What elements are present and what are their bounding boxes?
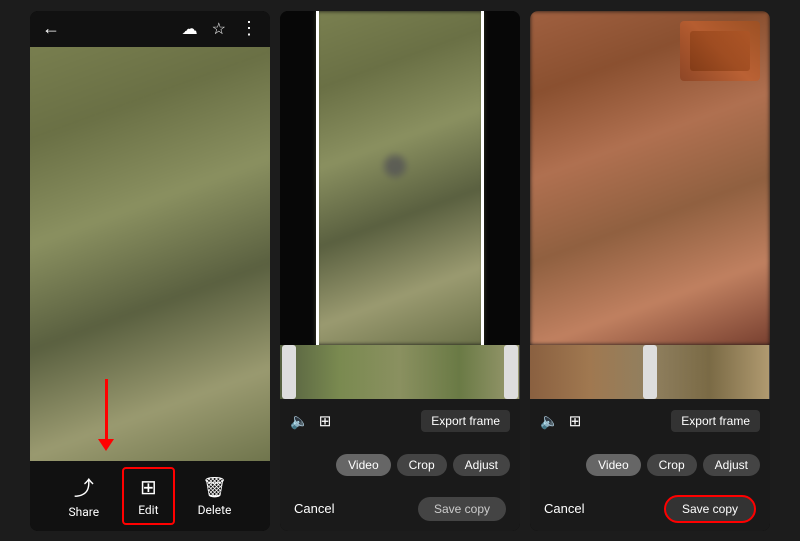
image-area-1 (30, 47, 270, 461)
phone-screen-1: ← ☁ ☆ ⋮ ⤴ Share ⊞ Edit (30, 11, 270, 531)
timeline-handle-center-3[interactable] (643, 345, 657, 399)
bottom-bar-2: Cancel Save copy (280, 487, 520, 531)
edit-icon: ⊞ (140, 475, 157, 499)
upload-icon[interactable]: ☁ (182, 19, 198, 38)
cancel-btn-2[interactable]: Cancel (294, 501, 334, 516)
delete-icon: 🗑 (202, 475, 227, 499)
timeline-handle-right-2[interactable] (504, 345, 518, 399)
save-copy-btn-2[interactable]: Save copy (418, 497, 506, 521)
timeline-thumb-2 (280, 345, 520, 399)
tab-crop-3[interactable]: Crop (647, 454, 697, 476)
bottom-bar-1: ⤴ Share ⊞ Edit 🗑 Delete (30, 461, 270, 531)
edit-label: Edit (138, 503, 158, 517)
export-frame-btn-2[interactable]: Export frame (421, 410, 510, 432)
share-icon: ⤴ (74, 472, 94, 501)
frames-icon-3[interactable]: ⊞ (569, 412, 582, 430)
controls-row-2: 🔈 ⊞ Export frame (280, 399, 520, 443)
screenshots-container: ← ☁ ☆ ⋮ ⤴ Share ⊞ Edit (0, 0, 800, 541)
tab-video-2[interactable]: Video (336, 454, 390, 476)
timeline-strip-2[interactable] (280, 345, 520, 399)
export-frame-btn-3[interactable]: Export frame (671, 410, 760, 432)
timeline-strip-3[interactable] (530, 345, 770, 399)
delete-label: Delete (198, 503, 232, 517)
video-area-2 (280, 11, 520, 345)
crop-left-border (316, 11, 319, 345)
volume-icon-3[interactable]: 🔈 (540, 412, 559, 430)
tab-adjust-3[interactable]: Adjust (703, 454, 760, 476)
bottom-bar-3: Cancel Save copy (530, 487, 770, 531)
cancel-btn-3[interactable]: Cancel (544, 501, 584, 516)
delete-action[interactable]: 🗑 Delete (184, 469, 246, 523)
tab-video-3[interactable]: Video (586, 454, 640, 476)
rock-blur-2 (380, 151, 410, 181)
more-icon[interactable]: ⋮ (240, 18, 258, 39)
video-area-3 (530, 11, 770, 345)
phone-screen-3: 🔈 ⊞ Export frame Video Crop Adjust Cance… (530, 11, 770, 531)
video-content-2 (316, 11, 484, 345)
back-icon[interactable]: ← (42, 18, 60, 39)
share-action[interactable]: ⤴ Share (55, 466, 114, 525)
volume-icon-2[interactable]: 🔈 (290, 412, 309, 430)
edit-action[interactable]: ⊞ Edit (122, 467, 174, 525)
top-bar-1: ← ☁ ☆ ⋮ (30, 11, 270, 47)
timeline-handle-left-2[interactable] (282, 345, 296, 399)
timeline-thumbs-2 (280, 345, 520, 399)
tabs-row-3: Video Crop Adjust (530, 443, 770, 487)
blurred-image-1 (30, 47, 270, 461)
tab-crop-2[interactable]: Crop (397, 454, 447, 476)
controls-row-3: 🔈 ⊞ Export frame (530, 399, 770, 443)
tabs-row-2: Video Crop Adjust (280, 443, 520, 487)
wood-shape2-3 (690, 31, 750, 71)
save-copy-btn-3[interactable]: Save copy (664, 495, 756, 523)
crop-right-border (481, 11, 484, 345)
share-label: Share (69, 505, 100, 519)
tab-adjust-2[interactable]: Adjust (453, 454, 510, 476)
left-blur (280, 11, 316, 345)
star-icon[interactable]: ☆ (212, 19, 226, 38)
frames-icon-2[interactable]: ⊞ (319, 412, 332, 430)
right-blur (484, 11, 520, 345)
phone-screen-2: 🔈 ⊞ Export frame Video Crop Adjust Cance… (280, 11, 520, 531)
